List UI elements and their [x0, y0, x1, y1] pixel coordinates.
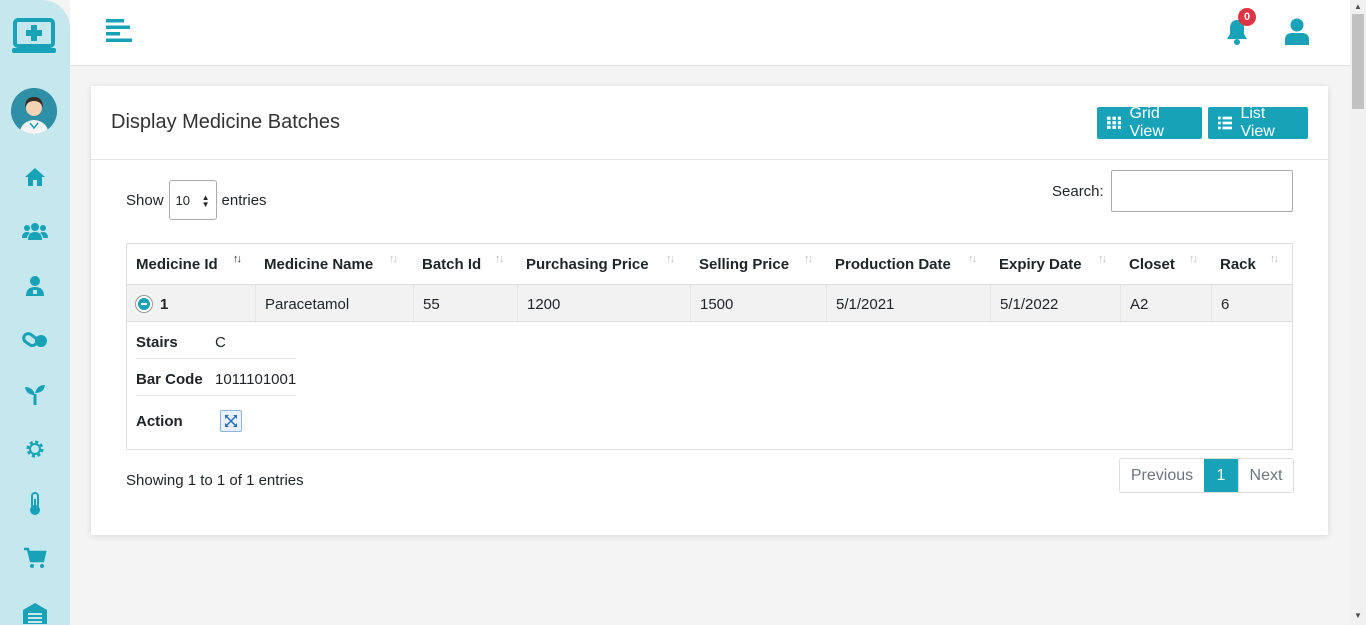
avatar[interactable]	[11, 88, 57, 134]
cell-selling-price: 1500	[690, 285, 826, 323]
detail-divider	[136, 395, 296, 396]
entries-label: entries	[221, 191, 267, 209]
col-expiry-date[interactable]: Expiry Date ↑↓	[990, 244, 1120, 284]
seedling-icon[interactable]	[22, 382, 48, 408]
select-arrows-icon: ▲ ▼	[201, 193, 210, 209]
cell-production-date: 5/1/2021	[826, 285, 990, 323]
entries-value: 10	[175, 192, 190, 208]
sort-icon: ↑↓	[495, 253, 504, 265]
scroll-down-icon[interactable]: ▼	[1353, 612, 1363, 620]
page-1-button[interactable]: 1	[1204, 459, 1238, 492]
cell-purchasing-price: 1200	[517, 285, 690, 323]
col-medicine-id[interactable]: Medicine Id ↑↓	[127, 244, 255, 284]
sidebar	[0, 0, 70, 625]
cell-expiry-date: 5/1/2022	[990, 285, 1120, 323]
col-batch-id[interactable]: Batch Id ↑↓	[413, 244, 517, 284]
stairs-value: C	[215, 334, 226, 351]
col-rack[interactable]: Rack ↑↓	[1211, 244, 1292, 284]
sort-icon: ↑↓	[389, 253, 398, 265]
users-icon[interactable]	[22, 218, 48, 244]
expand-icon[interactable]	[220, 410, 242, 432]
gear-icon[interactable]	[22, 436, 48, 462]
sort-icon: ↑↓	[1098, 253, 1107, 265]
collapse-row-icon[interactable]	[136, 296, 152, 312]
page-title: Display Medicine Batches	[111, 111, 340, 133]
barcode-value: 1011101001	[215, 371, 297, 388]
barcode-label: Bar Code	[136, 371, 203, 388]
card-header: Display Medicine Batches Grid View List …	[91, 86, 1328, 160]
warehouse-icon[interactable]	[22, 600, 48, 625]
col-closet[interactable]: Closet ↑↓	[1120, 244, 1211, 284]
sort-icon: ↑↓	[968, 253, 977, 265]
medical-monitor-logo-icon[interactable]	[12, 18, 58, 58]
sort-icon: ↑↓	[804, 253, 813, 265]
table-info: Showing 1 to 1 of 1 entries	[126, 472, 304, 489]
table-header: Medicine Id ↑↓ Medicine Name ↑↓ Batch Id ↑↓…	[127, 244, 1292, 284]
cell-batch-id: 55	[413, 285, 517, 323]
topbar: 0	[70, 0, 1350, 66]
sort-icon: ↑↓	[666, 253, 675, 265]
user-doctor-icon[interactable]	[22, 273, 48, 299]
col-purchasing-price[interactable]: Purchasing Price ↑↓	[517, 244, 690, 284]
sort-icon: ↑↓	[1189, 253, 1198, 265]
user-icon[interactable]	[1285, 18, 1311, 46]
cell-rack: 6	[1211, 285, 1292, 323]
action-label: Action	[136, 413, 183, 430]
grid-view-label: Grid View	[1129, 105, 1164, 140]
show-entries: Show 10 ▲ ▼ entries	[126, 180, 267, 220]
col-production-date[interactable]: Production Date ↑↓	[826, 244, 990, 284]
search-input[interactable]	[1111, 170, 1293, 212]
list-icon	[1218, 116, 1233, 130]
sort-icon: ↑↓	[233, 253, 242, 265]
thermometer-icon[interactable]	[22, 491, 48, 517]
menu-toggle-icon[interactable]	[106, 19, 132, 43]
cell-closet: A2	[1120, 285, 1211, 323]
scroll-up-icon[interactable]: ▲	[1353, 3, 1363, 11]
grid-view-button[interactable]: Grid View	[1097, 105, 1202, 140]
notification-badge: 0	[1238, 8, 1256, 26]
cell-medicine-id: 1	[127, 285, 255, 323]
cell-medicine-name: Paracetamol	[255, 285, 413, 323]
search-label: Search:	[1052, 183, 1104, 200]
entries-select[interactable]: 10 ▲ ▼	[168, 180, 217, 220]
sort-icon: ↑↓	[1270, 253, 1279, 265]
cart-icon[interactable]	[22, 545, 48, 571]
pills-icon[interactable]	[22, 327, 48, 353]
table-row[interactable]: 1 Paracetamol 55 1200 1500 5/1/2021 5/1/…	[127, 284, 1292, 323]
list-view-button[interactable]: List View	[1208, 105, 1308, 140]
show-label: Show	[126, 191, 164, 209]
batches-table: Medicine Id ↑↓ Medicine Name ↑↓ Batch Id ↑↓…	[126, 243, 1293, 450]
home-icon[interactable]	[22, 164, 48, 190]
grid-icon	[1107, 116, 1122, 129]
col-medicine-name[interactable]: Medicine Name ↑↓	[255, 244, 413, 284]
list-view-label: List View	[1240, 105, 1275, 140]
medicine-batches-card: Display Medicine Batches Grid View List …	[91, 86, 1328, 535]
next-button[interactable]: Next	[1238, 459, 1293, 492]
col-selling-price[interactable]: Selling Price ↑↓	[690, 244, 826, 284]
detail-divider	[136, 358, 296, 359]
pagination: Previous 1 Next	[1119, 458, 1294, 493]
stairs-label: Stairs	[136, 334, 178, 351]
scrollbar-thumb[interactable]	[1352, 14, 1364, 109]
previous-button[interactable]: Previous	[1120, 459, 1204, 492]
